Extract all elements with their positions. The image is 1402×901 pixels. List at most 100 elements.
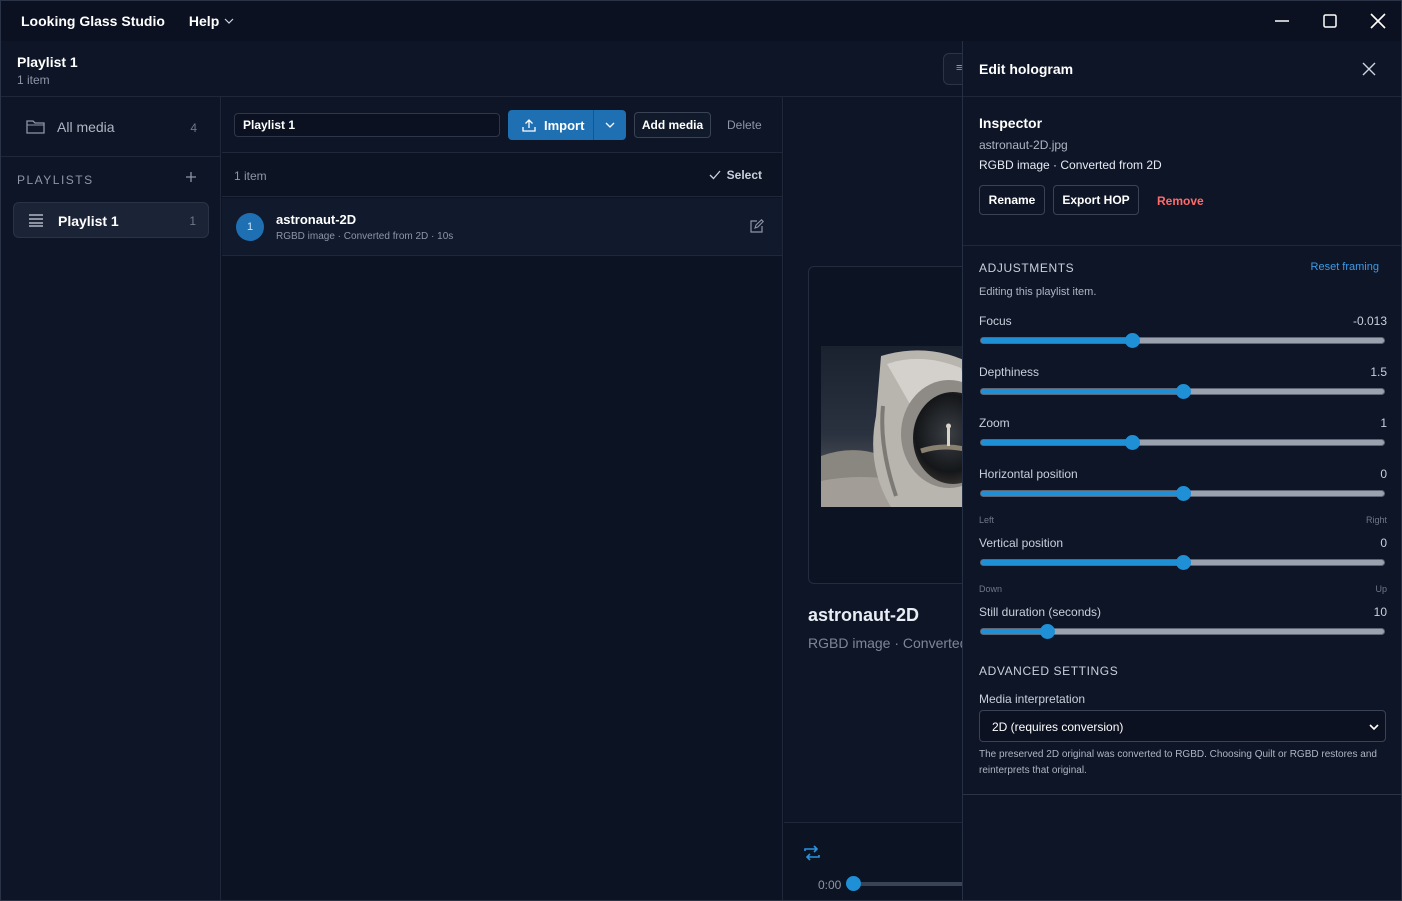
delete-button[interactable]: Delete bbox=[727, 118, 762, 132]
slider-thumb[interactable] bbox=[1125, 435, 1141, 450]
astronaut-thumbnail bbox=[821, 346, 981, 507]
media-interpretation-value: 2D (requires conversion) bbox=[992, 720, 1124, 734]
select-button[interactable]: Select bbox=[709, 168, 762, 182]
import-button-group: Import bbox=[508, 110, 626, 140]
playlist-header: Playlist 1 1 item ≡ bbox=[1, 41, 967, 97]
slider-track[interactable] bbox=[980, 624, 1385, 639]
adjustments-subtitle: Editing this playlist item. bbox=[979, 286, 1097, 298]
slider-label: Zoom bbox=[979, 416, 1010, 430]
media-interpretation-note: The preserved 2D original was converted … bbox=[979, 749, 1377, 776]
list-header: 1 item Select bbox=[222, 153, 782, 197]
select-label: Select bbox=[726, 168, 762, 182]
slider-hint-right: Up bbox=[1375, 584, 1387, 594]
slider-hint-left: Down bbox=[979, 584, 1003, 594]
inspector-file-type: RGBD image · Converted from 2D bbox=[979, 158, 1162, 172]
inspector-header: Edit hologram bbox=[963, 41, 1401, 97]
import-button[interactable]: Import bbox=[508, 110, 594, 140]
help-menu[interactable]: Help bbox=[189, 13, 234, 29]
inspector-section-title: Inspector bbox=[979, 115, 1043, 131]
divider bbox=[963, 245, 1401, 246]
slider-thumb[interactable] bbox=[1040, 624, 1056, 639]
sidebar-item-playlist-1[interactable]: Playlist 1 1 bbox=[13, 202, 209, 238]
all-media-count: 4 bbox=[190, 121, 197, 135]
chevron-down-icon bbox=[605, 122, 615, 128]
edit-icon[interactable] bbox=[749, 219, 764, 234]
slider-value: 10 bbox=[1373, 605, 1387, 619]
slider-track[interactable] bbox=[980, 384, 1385, 399]
remove-button[interactable]: Remove bbox=[1157, 194, 1204, 208]
slider-label: Focus bbox=[979, 314, 1012, 328]
close-icon bbox=[1370, 13, 1386, 29]
chevron-down-icon bbox=[1369, 724, 1379, 731]
minimize-button[interactable] bbox=[1258, 1, 1306, 41]
slider-value: 0 bbox=[1380, 536, 1387, 550]
inspector-panel-title: Edit hologram bbox=[979, 61, 1074, 77]
slider-thumb[interactable] bbox=[1175, 555, 1191, 570]
slider-value: 0 bbox=[1380, 467, 1387, 481]
import-label: Import bbox=[544, 117, 585, 133]
chevron-down-icon bbox=[224, 18, 234, 24]
slider-label: Vertical position bbox=[979, 536, 1064, 550]
seek-thumb[interactable] bbox=[846, 876, 861, 891]
slider-hint-right: Right bbox=[1365, 515, 1387, 525]
close-window-button[interactable] bbox=[1354, 1, 1401, 41]
title-bar: Looking Glass Studio Help bbox=[1, 1, 1401, 41]
slider-thumb[interactable] bbox=[1175, 384, 1191, 399]
slider-track[interactable] bbox=[980, 333, 1385, 348]
sidebar-item-all-media[interactable]: All media 4 bbox=[1, 97, 221, 157]
page-subtitle: 1 item bbox=[17, 73, 50, 87]
media-interpretation-label: Media interpretation bbox=[979, 692, 1086, 706]
playlist-toolbar: Import Add media Delete bbox=[222, 97, 782, 153]
sidebar: All media 4 PLAYLISTS Playlist 1 1 bbox=[1, 97, 221, 900]
import-dropdown-button[interactable] bbox=[594, 110, 626, 140]
app-window: Looking Glass Studio Help Playlist 1 1 i… bbox=[0, 0, 1402, 901]
slider-track[interactable] bbox=[980, 435, 1385, 450]
slider-track[interactable] bbox=[980, 555, 1385, 570]
preview-image bbox=[821, 346, 981, 507]
item-count: 1 item bbox=[234, 169, 267, 183]
slider-label: Depthiness bbox=[979, 365, 1040, 379]
rename-button[interactable]: Rename bbox=[979, 185, 1045, 215]
minimize-icon bbox=[1275, 20, 1289, 22]
slider-track[interactable] bbox=[980, 486, 1385, 501]
maximize-icon bbox=[1323, 14, 1337, 28]
reset-framing-link[interactable]: Reset framing bbox=[1311, 261, 1379, 273]
slider-hint-left: Left bbox=[979, 515, 995, 525]
add-playlist-icon[interactable] bbox=[183, 169, 199, 185]
item-title: astronaut-2D bbox=[276, 212, 357, 227]
item-index-badge: 1 bbox=[236, 213, 264, 241]
check-icon bbox=[709, 170, 721, 180]
divider bbox=[963, 794, 1401, 795]
inspector-panel: Edit hologram Inspector astronaut-2D.jpg… bbox=[962, 41, 1401, 900]
playlists-section-title: PLAYLISTS bbox=[17, 173, 94, 187]
slider-fill bbox=[981, 440, 1133, 445]
close-icon[interactable] bbox=[1362, 62, 1376, 76]
slider-fill bbox=[981, 629, 1048, 634]
slider-value: -0.013 bbox=[1352, 314, 1387, 328]
playlist-content: Import Add media Delete 1 item Select 1 … bbox=[222, 97, 783, 900]
slider-thumb[interactable] bbox=[1175, 486, 1191, 501]
playlist-count: 1 bbox=[189, 214, 196, 228]
playlist-label: Playlist 1 bbox=[58, 213, 119, 229]
add-media-button[interactable]: Add media bbox=[634, 112, 711, 138]
preview-card bbox=[808, 266, 981, 584]
slider-fill bbox=[981, 560, 1183, 565]
slider-value: 1.5 bbox=[1370, 365, 1387, 379]
maximize-button[interactable] bbox=[1306, 1, 1354, 41]
upload-icon bbox=[522, 119, 536, 132]
list-item[interactable]: 1 astronaut-2D RGBD image · Converted fr… bbox=[222, 198, 782, 256]
slider-thumb[interactable] bbox=[1125, 333, 1141, 348]
slider-fill bbox=[981, 491, 1183, 496]
adjustments-title: ADJUSTMENTS bbox=[979, 261, 1075, 275]
seek-bar[interactable] bbox=[854, 882, 974, 886]
folder-icon bbox=[26, 120, 45, 134]
playlist-name-input[interactable] bbox=[234, 113, 500, 137]
preview-title: astronaut-2D bbox=[808, 605, 920, 625]
page-title: Playlist 1 bbox=[17, 54, 78, 70]
playlist-icon bbox=[29, 214, 43, 227]
loop-icon[interactable] bbox=[802, 843, 822, 863]
advanced-settings-title: ADVANCED SETTINGS bbox=[979, 664, 1119, 678]
media-interpretation-select[interactable]: 2D (requires conversion) bbox=[979, 710, 1386, 742]
help-menu-label: Help bbox=[188, 13, 220, 29]
export-hop-button[interactable]: Export HOP bbox=[1053, 185, 1139, 215]
